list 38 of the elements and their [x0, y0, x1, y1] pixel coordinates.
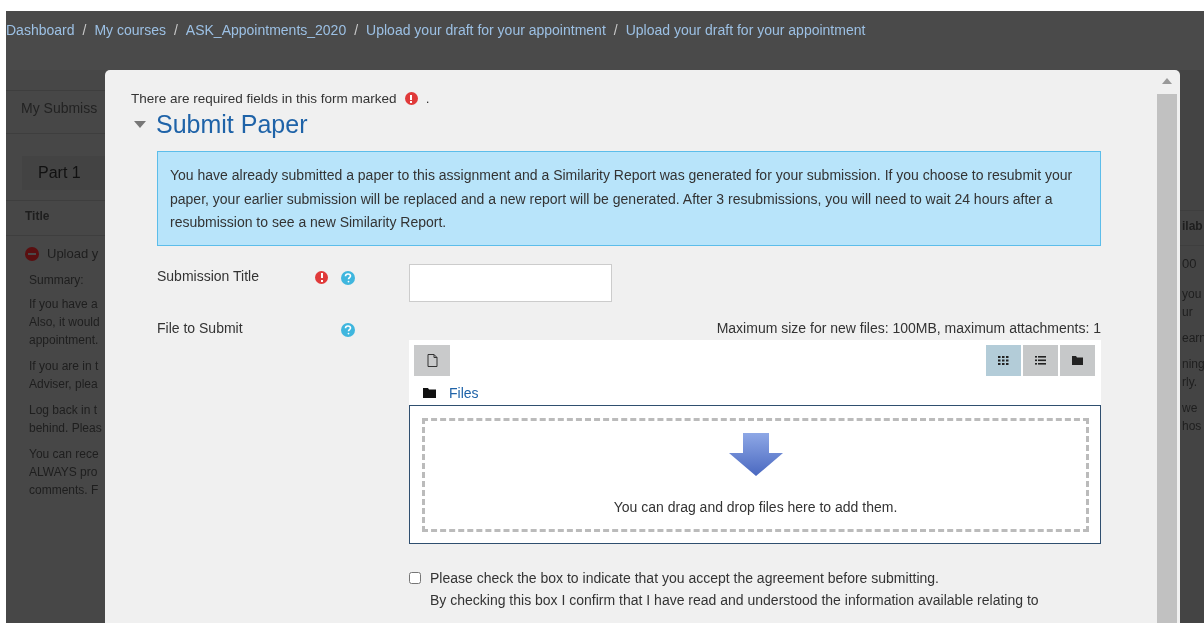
breadcrumb-link[interactable]: ASK_Appointments_2020 — [185, 22, 347, 38]
breadcrumb-link[interactable]: Dashboard — [6, 22, 75, 38]
title-input[interactable] — [409, 263, 612, 302]
scroll-up-icon[interactable] — [1162, 78, 1172, 84]
required-icon — [404, 92, 418, 105]
breadcrumb-link[interactable]: Upload your draft for your appointment — [366, 22, 606, 38]
field-label: Submission Title — [157, 267, 260, 284]
list-icon — [1035, 355, 1046, 365]
agreement-label: Please check the box to indicate that you accept the agreement before submitting. — [430, 568, 940, 588]
view-button[interactable] — [1060, 344, 1095, 376]
agreement-detail: By checking this box I confirm that I have read and understood the information available relating to — [430, 590, 1039, 610]
folder-icon — [423, 387, 436, 398]
view-button[interactable] — [986, 344, 1021, 376]
breadcrumb-separator: / — [613, 22, 618, 38]
section-toggle[interactable]: Submit Paper — [134, 110, 308, 139]
folder-icon — [1072, 355, 1083, 365]
agreement-checkbox[interactable] — [409, 571, 421, 584]
required-note: There are required fields in this form marked — [131, 91, 397, 106]
grid-icon — [998, 355, 1009, 365]
help-icon[interactable] — [341, 322, 355, 337]
file-icon — [426, 353, 438, 367]
view-button[interactable] — [1023, 344, 1058, 376]
period: . — [425, 91, 430, 106]
breadcrumb-link[interactable]: My courses — [94, 22, 166, 38]
help-icon[interactable] — [341, 270, 355, 285]
breadcrumb-separator: / — [82, 22, 87, 38]
add-file-button[interactable] — [414, 344, 450, 376]
file-limits: Maximum size for new files: 100MB, maximum attachments: 1 — [715, 318, 1101, 336]
drop-zone[interactable]: You can drag and drop files here to add them. — [422, 417, 1089, 532]
breadcrumb-separator: / — [173, 22, 178, 38]
field-label: File to Submit — [157, 319, 244, 336]
breadcrumb-separator: / — [354, 22, 359, 38]
breadcrumb-link[interactable]: Upload your draft for your appointment — [625, 22, 866, 38]
caret-icon — [134, 120, 146, 129]
info-notice: You have already submitted a paper to this assignment and a Similarity Report was generated for your submission. If you choose to resubmit your paper, your earlier submission will be replaced and a new report will be generated. After 3 resubmissions, you will need to wait 24 hours after a resubmission to see a new Similarity Report. — [157, 151, 1101, 246]
down-arrow-icon — [728, 432, 783, 477]
files-link[interactable]: Files — [449, 384, 479, 401]
stop-icon — [25, 246, 39, 261]
